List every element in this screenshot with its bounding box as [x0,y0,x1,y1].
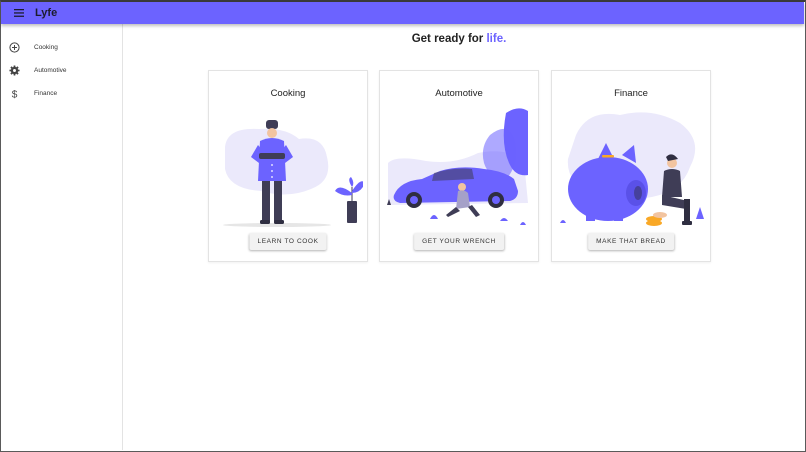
sidebar-nav: Cooking Automotive $ Finance [1,24,123,450]
sidebar-item-finance[interactable]: $ Finance [1,82,122,105]
svg-text:$: $ [11,89,17,99]
card-title: Cooking [270,88,306,99]
sidebar-item-cooking[interactable]: Cooking [1,36,122,59]
learn-to-cook-button[interactable]: LEARN TO COOK [249,233,327,250]
get-your-wrench-button[interactable]: GET YOUR WRENCH [414,233,504,250]
piggy-bank-illustration [560,112,704,226]
sidebar-item-label: Cooking [34,44,58,51]
gear-icon [8,65,20,77]
car-mechanic-illustration [387,108,528,225]
card-finance: Finance MAKE THAT BREAD [551,70,711,262]
main-content: Get ready for life. Cooking LEARN TO COO… [124,24,804,450]
card-automotive: Automotive GET YOUR WRENCH [379,70,539,262]
card-cooking: Cooking LEARN TO COOK [208,70,368,262]
card-title: Automotive [435,88,483,99]
heading-accent-text: life. [486,33,507,45]
card-title: Finance [614,88,648,99]
hamburger-menu-icon[interactable] [7,2,31,24]
sidebar-item-label: Automotive [34,67,67,74]
chef-illustration [223,120,363,227]
sidebar-item-label: Finance [34,90,58,97]
app-title: Lyfe [35,7,58,19]
sidebar-item-automotive[interactable]: Automotive [1,59,122,82]
app-bar: Lyfe [1,2,804,24]
dollar-icon: $ [8,88,20,100]
heading-text: Get ready for [411,33,487,45]
page-heading: Get ready for life. [124,33,794,45]
add-circle-icon [8,42,20,54]
make-that-bread-button[interactable]: MAKE THAT BREAD [588,233,674,250]
